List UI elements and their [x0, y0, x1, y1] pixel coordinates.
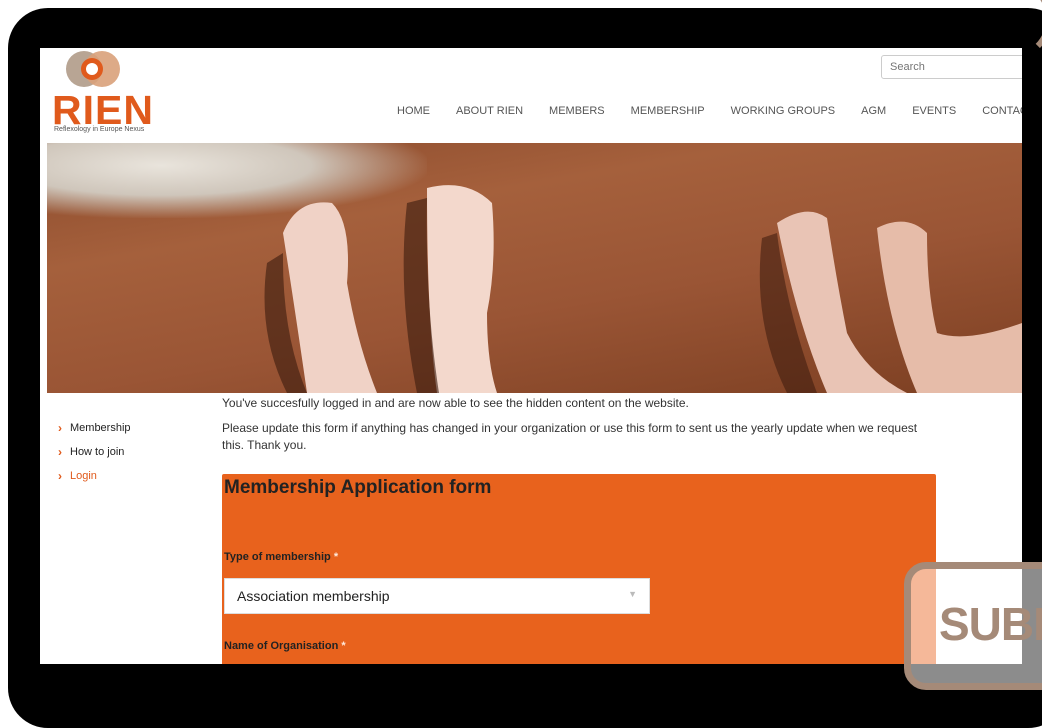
membership-type-value: Association membership — [237, 588, 390, 604]
organisation-name-label-text: Name of Organisation — [224, 640, 339, 652]
sidebar: › Membership › How to join › Login — [58, 416, 131, 488]
nav-working-groups[interactable]: WORKING GROUPS — [731, 105, 836, 119]
browser-screen: RIEN Reflexology in Europe Nexus HOME AB… — [40, 48, 1022, 664]
sidebar-item-how-to-join[interactable]: › How to join — [58, 440, 131, 464]
sidebar-item-label: Login — [70, 470, 97, 482]
membership-application-form: Membership Application form Type of memb… — [222, 474, 936, 664]
sidebar-item-membership[interactable]: › Membership — [58, 416, 131, 440]
logo-text: RIEN — [52, 87, 154, 133]
organisation-name-label: Name of Organisation * — [224, 640, 346, 652]
update-instructions: Please update this form if anything has … — [222, 421, 918, 452]
form-title: Membership Application form — [224, 477, 492, 498]
nav-contact[interactable]: CONTACT — [982, 105, 1022, 119]
logo-tagline: Reflexology in Europe Nexus — [54, 126, 145, 133]
nav-agm[interactable]: AGM — [861, 105, 886, 119]
required-marker: * — [341, 640, 346, 652]
membership-type-select[interactable]: Association membership ▼ — [224, 578, 650, 614]
membership-type-label-text: Type of membership — [224, 551, 331, 563]
membership-type-label: Type of membership * — [224, 551, 338, 563]
feet-illustration — [264, 185, 1022, 393]
nav-home[interactable]: HOME — [397, 105, 430, 119]
sidebar-item-label: Membership — [70, 422, 131, 434]
required-marker: * — [333, 551, 339, 563]
submit-button-label: SUBI — [939, 598, 1042, 650]
nav-membership[interactable]: MEMBERSHIP — [631, 105, 705, 119]
sidebar-item-label: How to join — [70, 446, 125, 458]
site-logo[interactable]: RIEN Reflexology in Europe Nexus — [46, 48, 156, 138]
chevron-right-icon: › — [58, 445, 62, 459]
sidebar-item-login[interactable]: › Login — [58, 464, 131, 488]
main-nav: HOME ABOUT RIEN MEMBERS MEMBERSHIP WORKI… — [397, 105, 1022, 119]
submit-button[interactable]: SUBI — [904, 562, 1042, 690]
nav-members[interactable]: MEMBERS — [549, 105, 605, 119]
chevron-right-icon: › — [58, 421, 62, 435]
chevron-right-icon: › — [58, 469, 62, 483]
nav-about-rien[interactable]: ABOUT RIEN — [456, 105, 523, 119]
hero-banner-image — [47, 143, 1022, 393]
logo-mark-icon — [66, 51, 120, 87]
login-success-message: You've succesfully logged in and are now… — [222, 396, 689, 410]
chevron-down-icon: ▼ — [628, 589, 637, 599]
nav-events[interactable]: EVENTS — [912, 105, 956, 119]
search-input[interactable] — [881, 55, 1022, 79]
